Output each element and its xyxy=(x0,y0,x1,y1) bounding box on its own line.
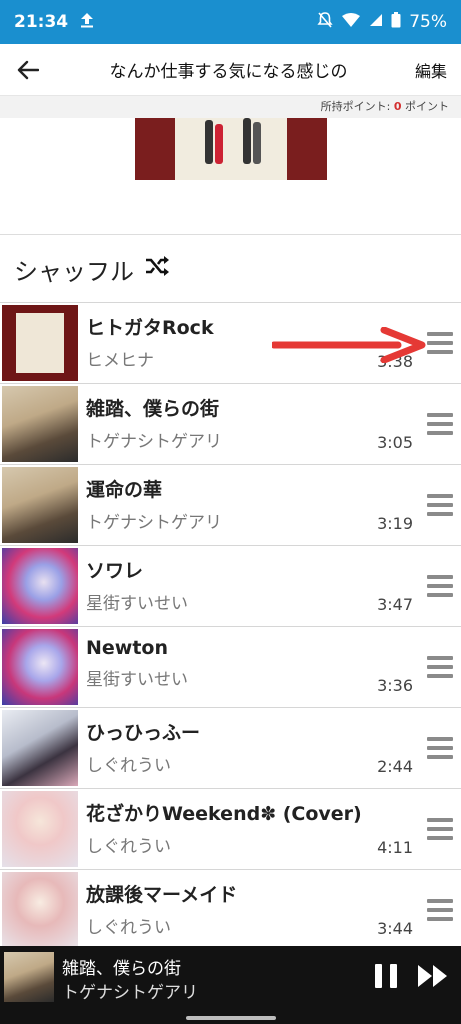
song-duration: 3:36 xyxy=(377,676,413,695)
song-thumbnail xyxy=(2,548,78,624)
song-title: Newton xyxy=(86,637,169,659)
song-row[interactable]: ひっひっふー しぐれうい 2:44 xyxy=(0,707,461,788)
points-bar: 所持ポイント: 0 ポイント xyxy=(0,96,461,118)
drag-handle-icon[interactable] xyxy=(427,575,453,597)
song-artist: 星街すいせい xyxy=(86,670,188,690)
battery-percent: 75% xyxy=(409,12,447,32)
home-indicator[interactable] xyxy=(186,1016,276,1020)
song-row[interactable]: 運命の華 トゲナシトゲアリ 3:19 xyxy=(0,464,461,545)
song-thumbnail xyxy=(2,791,78,867)
divider xyxy=(0,234,461,235)
shuffle-icon xyxy=(144,255,170,283)
now-playing-title: 雑踏、僕らの街 xyxy=(62,959,181,979)
song-artist: しぐれうい xyxy=(86,918,171,938)
song-title: 花ざかりWeekend✽ (Cover) xyxy=(86,803,362,825)
song-duration: 4:11 xyxy=(377,838,413,857)
song-duration: 3:47 xyxy=(377,595,413,614)
song-duration: 3:19 xyxy=(377,514,413,533)
annotation-arrow-icon xyxy=(272,327,426,363)
pause-button[interactable] xyxy=(375,964,397,988)
song-row[interactable]: ソワレ 星街すいせい 3:47 xyxy=(0,545,461,626)
song-thumbnail xyxy=(2,710,78,786)
song-title: 運命の華 xyxy=(86,479,163,501)
song-thumbnail xyxy=(2,305,78,381)
next-button[interactable] xyxy=(417,964,449,992)
points-unit: ポイント xyxy=(401,100,449,113)
song-artist: 星街すいせい xyxy=(86,594,188,614)
song-artist: しぐれうい xyxy=(86,837,171,857)
shuffle-button[interactable]: シャッフル xyxy=(0,236,461,302)
drag-handle-icon[interactable] xyxy=(427,656,453,678)
drag-handle-icon[interactable] xyxy=(427,494,453,516)
mute-icon xyxy=(317,11,333,34)
wifi-icon xyxy=(341,12,361,33)
song-thumbnail xyxy=(2,386,78,462)
drag-handle-icon[interactable] xyxy=(427,818,453,840)
song-duration: 2:44 xyxy=(377,757,413,776)
drag-handle-icon[interactable] xyxy=(427,737,453,759)
song-row[interactable]: 花ざかりWeekend✽ (Cover) しぐれうい 4:11 xyxy=(0,788,461,869)
edit-button[interactable]: 編集 xyxy=(401,58,461,82)
song-duration: 3:44 xyxy=(377,919,413,938)
status-time: 21:34 xyxy=(14,12,69,32)
points-value: 0 xyxy=(393,100,402,113)
fast-forward-icon xyxy=(418,965,447,987)
song-thumbnail xyxy=(2,872,78,948)
song-thumbnail xyxy=(2,629,78,705)
song-list: ヒトガタRock ヒメヒナ 3:38 雑踏、僕らの街 トゲナシトゲアリ 3:05… xyxy=(0,302,461,950)
song-artist: しぐれうい xyxy=(86,756,171,776)
app-bar: なんか仕事する気になる感じの 編集 xyxy=(0,44,461,96)
song-artist: トゲナシトゲアリ xyxy=(86,432,222,452)
song-row[interactable]: Newton 星街すいせい 3:36 xyxy=(0,626,461,707)
song-title: 雑踏、僕らの街 xyxy=(86,398,220,420)
back-button[interactable] xyxy=(0,44,56,96)
playlist-banner-image xyxy=(135,118,327,180)
now-playing-thumbnail xyxy=(4,952,54,1002)
song-duration: 3:05 xyxy=(377,433,413,452)
back-arrow-icon xyxy=(17,60,39,79)
song-artist: トゲナシトゲアリ xyxy=(86,513,222,533)
song-title: ひっひっふー xyxy=(86,722,201,744)
now-playing-bar[interactable]: 雑踏、僕らの街 トゲナシトゲアリ xyxy=(0,946,461,1024)
drag-handle-icon[interactable] xyxy=(427,332,453,354)
shuffle-label: シャッフル xyxy=(14,257,134,286)
points-label: 所持ポイント: xyxy=(320,100,394,113)
song-thumbnail xyxy=(2,467,78,543)
upload-icon xyxy=(80,12,94,33)
song-title: ソワレ xyxy=(86,560,144,582)
drag-handle-icon[interactable] xyxy=(427,413,453,435)
drag-handle-icon[interactable] xyxy=(427,899,453,921)
song-row[interactable]: 雑踏、僕らの街 トゲナシトゲアリ 3:05 xyxy=(0,383,461,464)
now-playing-artist: トゲナシトゲアリ xyxy=(62,983,198,1003)
song-title: 放課後マーメイド xyxy=(86,884,238,906)
song-row[interactable]: 放課後マーメイド しぐれうい 3:44 xyxy=(0,869,461,950)
signal-icon xyxy=(369,12,383,32)
status-bar: 21:34 75% xyxy=(0,0,461,44)
playlist-title: なんか仕事する気になる感じの xyxy=(109,62,348,82)
battery-icon xyxy=(391,11,401,33)
